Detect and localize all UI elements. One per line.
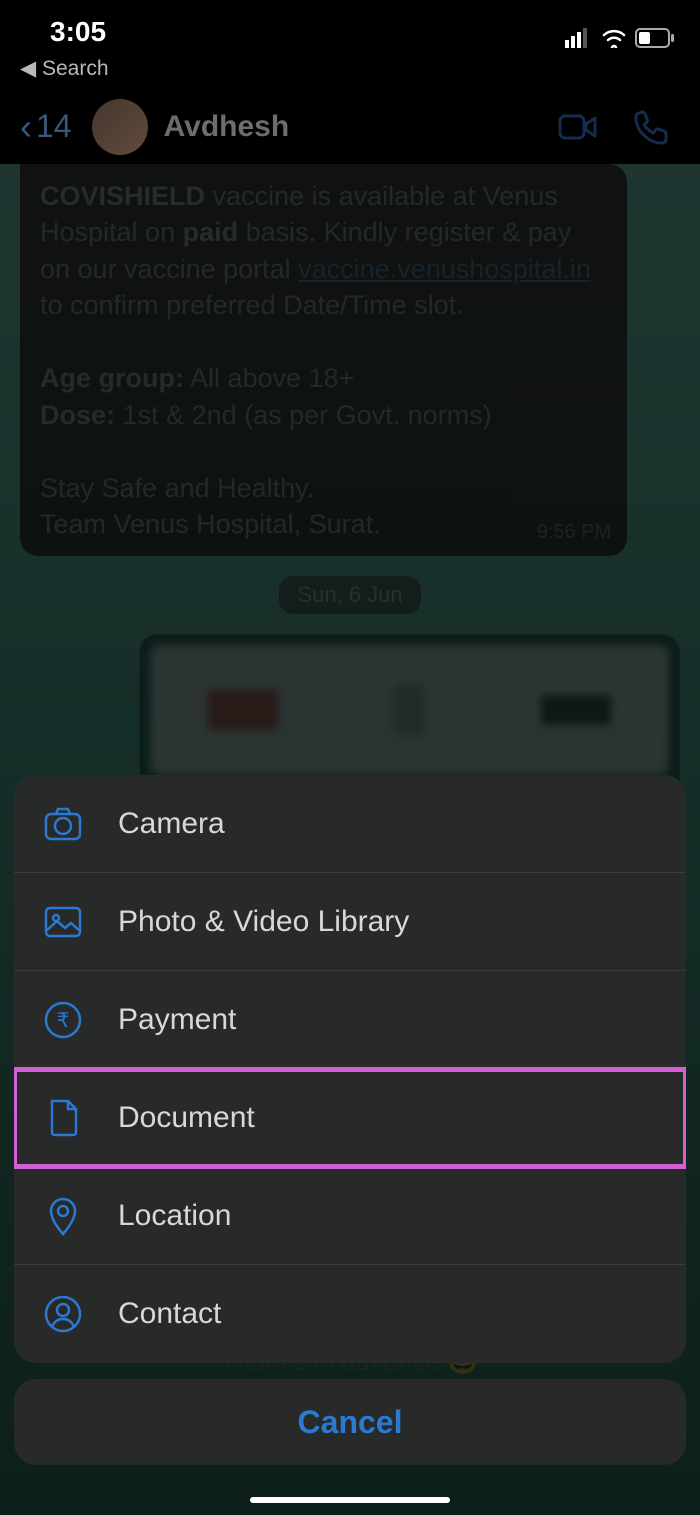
- contact-name[interactable]: Avdhesh: [164, 110, 558, 144]
- battery-icon: [635, 28, 675, 48]
- status-time: 3:05: [50, 16, 106, 48]
- menu-item-photo-library[interactable]: Photo & Video Library: [14, 873, 686, 971]
- svg-text:₹: ₹: [57, 1010, 70, 1032]
- menu-label: Contact: [118, 1297, 221, 1331]
- home-indicator[interactable]: [250, 1497, 450, 1503]
- back-button[interactable]: ‹ 14: [20, 106, 72, 148]
- back-count: 14: [36, 108, 72, 145]
- menu-label: Payment: [118, 1003, 236, 1037]
- menu-label: Document: [118, 1101, 255, 1135]
- attachment-action-sheet: Camera Photo & Video Library ₹ Payment D…: [14, 775, 686, 1465]
- camera-icon: [42, 803, 84, 845]
- back-to-app[interactable]: ◀ Search: [0, 50, 700, 89]
- menu-item-camera[interactable]: Camera: [14, 775, 686, 873]
- menu-item-location[interactable]: Location: [14, 1167, 686, 1265]
- contact-avatar[interactable]: [92, 99, 148, 155]
- voice-call-icon[interactable]: [630, 107, 670, 147]
- status-icons: [565, 28, 675, 48]
- wifi-icon: [601, 28, 627, 48]
- menu-label: Camera: [118, 807, 225, 841]
- menu-item-document[interactable]: Document: [14, 1069, 686, 1167]
- attachment-menu: Camera Photo & Video Library ₹ Payment D…: [14, 775, 686, 1363]
- cancel-button[interactable]: Cancel: [14, 1379, 686, 1465]
- menu-label: Location: [118, 1199, 231, 1233]
- cellular-icon: [565, 28, 593, 48]
- status-bar: 3:05: [0, 0, 700, 50]
- contact-icon: [42, 1293, 84, 1335]
- back-app-label: Search: [42, 57, 109, 81]
- photo-icon: [42, 901, 84, 943]
- rupee-icon: ₹: [42, 999, 84, 1041]
- back-triangle-icon: ◀: [20, 56, 42, 81]
- chat-navbar: ‹ 14 Avdhesh: [0, 89, 700, 164]
- location-pin-icon: [42, 1195, 84, 1237]
- menu-label: Photo & Video Library: [118, 905, 409, 939]
- chevron-left-icon: ‹: [20, 106, 32, 148]
- video-call-icon[interactable]: [558, 107, 598, 147]
- document-icon: [42, 1097, 84, 1139]
- menu-item-contact[interactable]: Contact: [14, 1265, 686, 1363]
- menu-item-payment[interactable]: ₹ Payment: [14, 971, 686, 1069]
- cancel-label: Cancel: [298, 1404, 403, 1441]
